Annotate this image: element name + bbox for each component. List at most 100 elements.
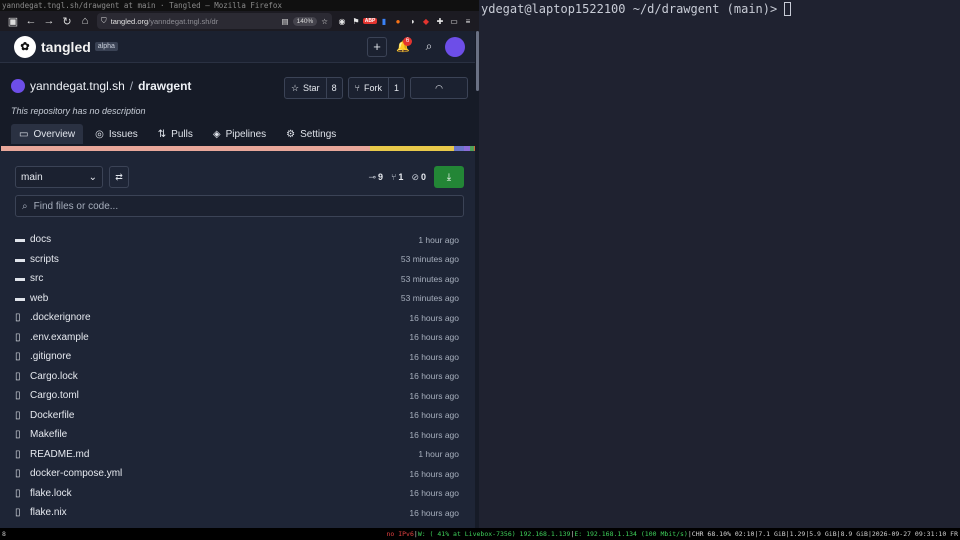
branches-link[interactable]: ⑂ 1 (391, 172, 403, 183)
bookmark-star-icon[interactable]: ☆ (321, 17, 328, 26)
branch-select[interactable]: main ⌄ (15, 166, 103, 188)
file-name[interactable]: src (30, 273, 401, 284)
file-row[interactable]: ▬ scripts 53 minutes ago (15, 250, 459, 270)
commits-link[interactable]: ⊸ 9 (368, 172, 383, 183)
prompt-path: ~/d/drawgent (main)> (625, 2, 785, 16)
firefox-window: yanndegat.tngl.sh/drawgent at main · Tan… (0, 0, 479, 528)
status-right: no IPv6|W: ( 41% at Livebox-7356) 192.16… (386, 530, 958, 538)
tab-pipelines[interactable]: ◈ Pipelines (205, 124, 274, 144)
zoom-level[interactable]: 140% (292, 16, 318, 26)
fork-label: Fork (363, 83, 382, 93)
owner-avatar[interactable] (11, 79, 25, 93)
file-list: ▬ docs 1 hour ago ▬ scripts 53 minutes ago ▬ sr… (15, 230, 459, 523)
extension-icon[interactable]: ⚑ (349, 14, 363, 28)
new-button[interactable]: + (367, 36, 387, 57)
star-label: Star (303, 83, 320, 93)
workspace-indicator[interactable]: 8 (2, 528, 6, 540)
tags-link[interactable]: ⊘ 0 (411, 172, 426, 183)
search-icon[interactable]: ⌕ (419, 37, 439, 57)
commit-icon: ⊸ (368, 171, 376, 182)
gear-icon: ⚙ (286, 128, 296, 140)
prompt-user: ydegat@laptop1522100 (481, 2, 626, 16)
file-icon: ▯ (15, 429, 21, 441)
sidebar-icon[interactable]: ▣ (4, 12, 22, 30)
repo-name-link[interactable]: drawgent (138, 79, 191, 93)
file-row[interactable]: ▯ README.md 1 hour ago (15, 445, 459, 465)
extension-icon-2[interactable]: ◑ (405, 14, 419, 28)
star-button[interactable]: ☆ Star 8 (283, 77, 343, 99)
file-name[interactable]: Dockerfile (30, 410, 409, 421)
file-row[interactable]: ▯ Dockerfile 16 hours ago (15, 406, 459, 426)
file-name[interactable]: .gitignore (30, 351, 409, 362)
file-name[interactable]: flake.nix (30, 507, 409, 518)
fork-button[interactable]: ⑂ Fork 1 (347, 77, 405, 99)
file-name[interactable]: Makefile (30, 429, 409, 440)
tab-label: Overview (33, 128, 76, 140)
wifi-status: W: ( 41% at Livebox-7356) 192.168.1.139 (417, 530, 571, 538)
repo-owner-link[interactable]: yanndegat.tngl.sh (30, 79, 125, 93)
alpha-badge: alpha (94, 42, 118, 51)
tab-pulls[interactable]: ⇅ Pulls (150, 124, 201, 144)
tab-overview[interactable]: ▭ Overview (11, 124, 84, 144)
terminal-window[interactable]: ydegat@laptop1522100 ~/d/drawgent (main)… (479, 0, 960, 528)
notifications-button[interactable]: 🔔 6 (393, 36, 413, 57)
bitwarden-icon[interactable]: ▮ (377, 14, 391, 28)
file-icon: ▯ (15, 351, 21, 363)
file-search-input[interactable]: ⌕ Find files or code... (15, 195, 464, 217)
file-row[interactable]: ▯ .dockerignore 16 hours ago (15, 308, 459, 328)
account-icon[interactable]: ◉ (335, 14, 349, 28)
extensions-puzzle-icon[interactable]: ✚ (433, 14, 447, 28)
home-icon[interactable]: ⌂ (76, 12, 94, 30)
file-name[interactable]: README.md (30, 449, 418, 460)
reader-icon[interactable]: ▤ (282, 17, 289, 26)
file-row[interactable]: ▯ .env.example 16 hours ago (15, 328, 459, 348)
repo-title: yanndegat.tngl.sh / drawgent (11, 79, 191, 93)
site-header: ✿ tangled alpha + 🔔 6 ⌕ (0, 31, 479, 63)
brand-name[interactable]: tangled (41, 39, 91, 55)
tag-icon: ⊘ (411, 171, 419, 182)
reload-icon[interactable]: ↻ (58, 12, 76, 30)
pocket-icon[interactable]: ◆ (419, 14, 433, 28)
file-row[interactable]: ▬ docs 1 hour ago (15, 230, 459, 250)
file-row[interactable]: ▬ web 53 minutes ago (15, 289, 459, 309)
file-row[interactable]: ▯ Cargo.toml 16 hours ago (15, 386, 459, 406)
rss-icon: ◠ (435, 82, 443, 93)
file-time: 53 minutes ago (400, 293, 459, 304)
tab-label: Pulls (171, 128, 193, 140)
downloads-icon[interactable]: ▭ (447, 14, 461, 28)
file-name[interactable]: flake.lock (30, 488, 409, 499)
tab-settings[interactable]: ⚙ Settings (278, 124, 344, 144)
file-row[interactable]: ▬ src 53 minutes ago (15, 269, 459, 289)
file-time: 16 hours ago (409, 507, 459, 518)
browser-toolbar: ▣ ← → ↻ ⌂ ⛉ tangled.org/yanndegat.tngl.s… (0, 11, 479, 31)
file-name[interactable]: docs (30, 234, 418, 245)
file-row[interactable]: ▯ .gitignore 16 hours ago (15, 347, 459, 367)
file-name[interactable]: .env.example (30, 332, 409, 343)
rss-button[interactable]: ◠ (410, 77, 468, 99)
tab-issues[interactable]: ◎ Issues (87, 124, 146, 144)
file-time: 16 hours ago (409, 468, 459, 479)
back-icon[interactable]: ← (22, 12, 40, 30)
user-avatar[interactable] (445, 36, 465, 57)
file-name[interactable]: .dockerignore (30, 312, 409, 323)
file-time: 1 hour ago (418, 449, 459, 460)
tangled-logo-icon[interactable]: ✿ (14, 35, 36, 58)
file-name[interactable]: Cargo.lock (30, 371, 409, 382)
ublock-icon[interactable]: ABP (362, 14, 378, 28)
file-name[interactable]: Cargo.toml (30, 390, 409, 401)
menu-icon[interactable]: ≡ (461, 14, 475, 28)
brave-icon[interactable]: ● (391, 14, 405, 28)
url-bar[interactable]: ⛉ tangled.org/yanndegat.tngl.sh/dr ▤ 140… (97, 13, 332, 29)
file-name[interactable]: scripts (30, 254, 401, 265)
file-row[interactable]: ▯ docker-compose.yml 16 hours ago (15, 464, 459, 484)
file-name[interactable]: docker-compose.yml (30, 468, 409, 479)
file-name[interactable]: web (30, 293, 401, 304)
file-row[interactable]: ▯ Makefile 16 hours ago (15, 425, 459, 445)
download-button[interactable]: ⤓ (434, 166, 464, 188)
file-row[interactable]: ▯ flake.nix 16 hours ago (15, 503, 459, 523)
file-row[interactable]: ▯ flake.lock 16 hours ago (15, 484, 459, 504)
file-row[interactable]: ▯ Cargo.lock 16 hours ago (15, 367, 459, 387)
desktop: yanndegat.tngl.sh/drawgent at main · Tan… (0, 0, 960, 540)
forward-icon[interactable]: → (40, 12, 58, 30)
compare-button[interactable]: ⇄ (109, 166, 129, 188)
